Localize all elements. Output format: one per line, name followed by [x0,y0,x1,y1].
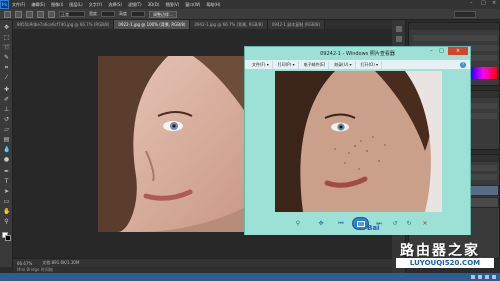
previous-icon[interactable]: ⏮ [336,219,346,228]
tray-icon[interactable] [492,275,496,279]
blur-tool-icon[interactable]: 💧 [3,146,10,153]
help-icon[interactable]: ? [460,62,466,68]
viewer-control-pill: ⚲ ✥ ⏮ ⏭ ↺ ↻ ✕ [290,217,440,230]
rotate-cw-icon[interactable]: ↻ [404,219,414,228]
menu-file[interactable]: 文件(F) [9,2,28,8]
style-select[interactable]: 正常 [59,11,85,17]
photoshop-logo-icon: Ps [0,0,9,9]
viewer-menu-print[interactable]: 打印(P) ▾ [275,60,299,69]
viewer-minimize-icon[interactable]: – [427,47,436,55]
width-field[interactable] [101,11,115,17]
tray-icon[interactable] [471,275,475,279]
eyedropper-tool-icon[interactable]: ⁄ [3,74,10,81]
viewer-close-icon[interactable]: × [448,47,468,55]
workspace-select[interactable] [454,11,476,18]
crop-tool-icon[interactable]: ⌗ [3,64,10,71]
window-controls: – □ × [470,1,497,6]
portrait-freckled-image [275,71,442,212]
history-brush-tool-icon[interactable]: ↺ [3,116,10,123]
height-field[interactable] [131,11,145,17]
path-select-tool-icon[interactable]: ➤ [3,188,10,195]
move-tool-icon[interactable]: ✥ [3,24,10,31]
pen-tool-icon[interactable]: ✒ [3,168,10,175]
maximize-icon[interactable]: □ [481,1,486,6]
menu-image[interactable]: 图像(I) [48,2,66,8]
viewer-menu-open[interactable]: 打开(O) ▾ [358,60,383,69]
gradient-tool-icon[interactable]: ▤ [3,136,10,143]
actions-panel-icon[interactable] [396,36,402,42]
menu-select[interactable]: 选择(S) [105,2,125,8]
tab-document-2[interactable]: 0922-1.jpg @ 100% (背景, RGB/8) [114,20,191,29]
viewer-title-bar[interactable]: 09242-1 - Windows 照片查看器 – □ × [245,47,470,60]
history-panel-icon[interactable] [396,26,402,32]
dodge-tool-icon[interactable]: ● [3,156,10,163]
options-bar: 正常 宽度 高度 调整边缘... [0,9,500,20]
tab-document-1[interactable]: 8955b9dbe7a6ce6cf7d0.jpg @ 66.7% (RGB/8) [13,20,115,29]
menu-filter[interactable]: 滤镜(T) [125,2,145,8]
tab-document-3[interactable]: 0942-1.jpg @ 66.7% (背景, RGB/8) [190,20,268,29]
width-label: 宽度 [89,11,97,16]
tools-panel: ✥ ⬚ ➰ ✎ ⌗ ⁄ ✚ ✐ ⊥ ↺ ▱ ▤ 💧 ● ✒ T ➤ ▭ ✋ ⚲ [0,20,13,267]
hand-tool-icon[interactable]: ✋ [3,208,10,215]
windows-taskbar [0,273,500,281]
menu-type[interactable]: 文字(Y) [86,2,106,8]
shape-tool-icon[interactable]: ▭ [3,198,10,205]
brush-tool-icon[interactable]: ✐ [3,96,10,103]
slideshow-icon [357,221,365,227]
lasso-tool-icon[interactable]: ➰ [3,44,10,51]
zoom-magnifier-icon[interactable]: ⚲ [292,219,304,228]
close-icon[interactable]: × [492,1,497,6]
watermark-url: LUYOUQI520.COM [396,258,494,268]
color-panel-header [409,23,499,30]
height-label: 高度 [119,11,127,16]
baidu-watermark: Bai [367,224,380,232]
eraser-tool-icon[interactable]: ▱ [3,126,10,133]
doc-size-readout: 文档:891.6K/1.30M [42,260,80,265]
document-tabs: 8955b9dbe7a6ce6cf7d0.jpg @ 66.7% (RGB/8)… [13,20,392,29]
zoom-readout[interactable]: 66.67% [17,261,32,266]
viewer-maximize-icon[interactable]: □ [437,47,446,55]
color-slider-r[interactable] [413,35,497,41]
menu-window[interactable]: 窗口(W) [182,2,203,8]
type-tool-icon[interactable]: T [3,178,10,185]
add-selection-icon[interactable] [26,10,33,18]
viewer-menu-file[interactable]: 文件(F) ▾ [249,60,273,69]
tool-preset-icon[interactable] [4,10,11,18]
menu-view[interactable]: 视图(V) [162,2,182,8]
healing-tool-icon[interactable]: ✚ [3,86,10,93]
stamp-tool-icon[interactable]: ⊥ [3,106,10,113]
background-color-swatch[interactable] [5,235,11,241]
site-watermark: 路由器之家 LUYOUQI520.COM [392,237,498,273]
viewer-menu-email[interactable]: 电子邮件(E) [301,60,330,69]
menu-bar: Ps 文件(F) 编辑(E) 图像(I) 图层(L) 文字(Y) 选择(S) 滤… [0,0,500,9]
menu-layer[interactable]: 图层(L) [66,2,85,8]
minimize-icon[interactable]: – [470,1,475,6]
viewer-menu-bar: 文件(F) ▾ 打印(P) ▾ 电子邮件(E) 刻录(U) ▾ 打开(O) ▾ … [245,60,470,70]
viewer-image [275,71,442,212]
tray-icon[interactable] [478,275,482,279]
marquee-tool-icon[interactable]: ⬚ [3,34,10,41]
tab-document-4[interactable]: 0942-1 副本复制 (RGB/8) [267,20,326,29]
intersect-selection-icon[interactable] [48,10,55,18]
actual-size-icon[interactable]: ✥ [316,219,326,228]
refine-edge-button[interactable]: 调整边缘... [149,10,177,18]
portrait-image [98,56,248,232]
status-bar: 66.67% 文档:891.6K/1.30M [13,258,392,267]
zoom-tool-icon[interactable]: ⚲ [3,218,10,225]
menu-help[interactable]: 帮助(H) [203,2,223,8]
quick-select-tool-icon[interactable]: ✎ [3,54,10,61]
system-tray [471,273,496,281]
tray-icon[interactable] [485,275,489,279]
menu-3d[interactable]: 3D(D) [145,2,163,7]
subtract-selection-icon[interactable] [37,10,44,18]
viewer-menu-burn[interactable]: 刻录(U) ▾ [331,60,356,69]
photo-viewer-window: 09242-1 - Windows 照片查看器 – □ × 文件(F) ▾ 打印… [244,46,471,235]
canvas-photo [98,56,248,232]
viewer-controls: ⚲ ✥ ⏮ ⏭ ↺ ↻ ✕ [245,212,470,235]
menu-edit[interactable]: 编辑(E) [28,2,48,8]
delete-icon[interactable]: ✕ [420,219,430,228]
watermark-title: 路由器之家 [400,243,480,259]
new-selection-icon[interactable] [15,10,22,18]
